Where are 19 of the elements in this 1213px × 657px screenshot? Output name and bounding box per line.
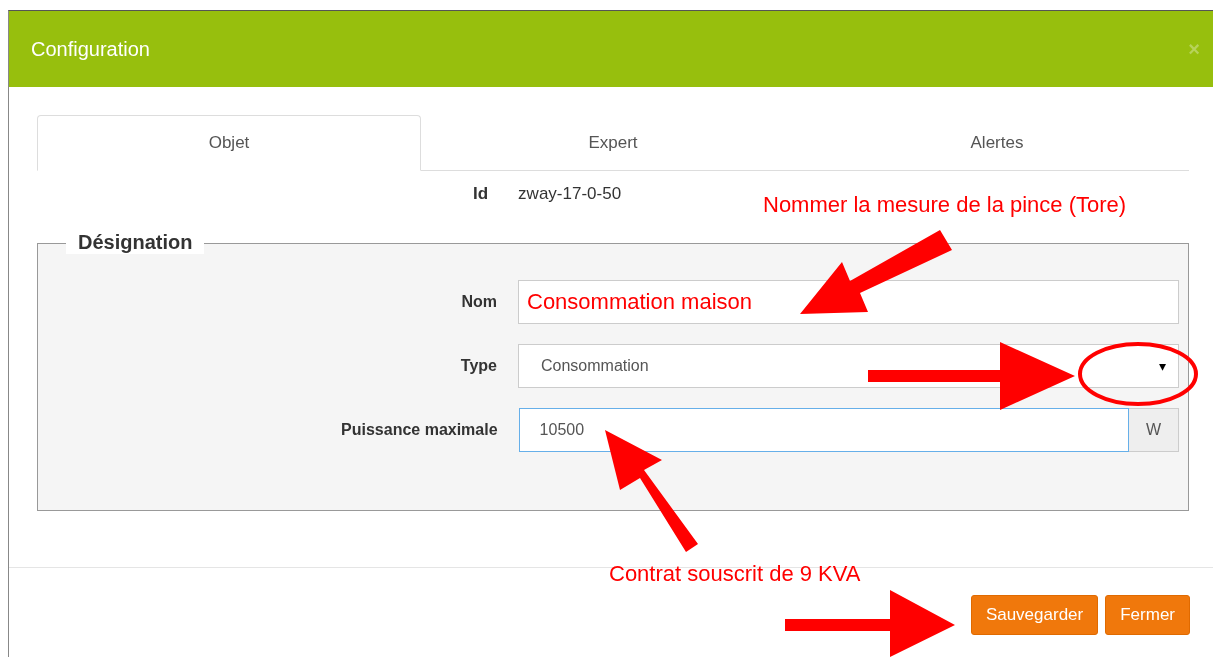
power-input[interactable]: 10500 [518,408,1129,452]
field-label: Type [459,357,497,375]
id-label: Id [473,184,489,205]
id-value: zway-17-0-50 [518,184,622,205]
name-input[interactable]: Consommation maison [518,280,1179,324]
tab[interactable]: Alertes [805,115,1189,171]
tab[interactable]: Objet [37,115,421,171]
arrow-icon [605,430,698,552]
annotation-text: Nommer la mesure de la pince (Tore) [763,192,1127,218]
fieldset-legend: Désignation [66,231,205,254]
arrow-icon [800,230,952,314]
arrow-icon [785,590,955,657]
dialog-title: Configuration [31,37,150,61]
unit-addon: W [1129,408,1179,452]
tab[interactable]: Expert [421,115,805,171]
field-label: Puissance maximale [340,421,498,439]
arrow-icon [868,342,1075,410]
field-label: Nom [460,293,497,311]
annotation-text: Contrat souscrit de 9 KVA [609,561,861,587]
